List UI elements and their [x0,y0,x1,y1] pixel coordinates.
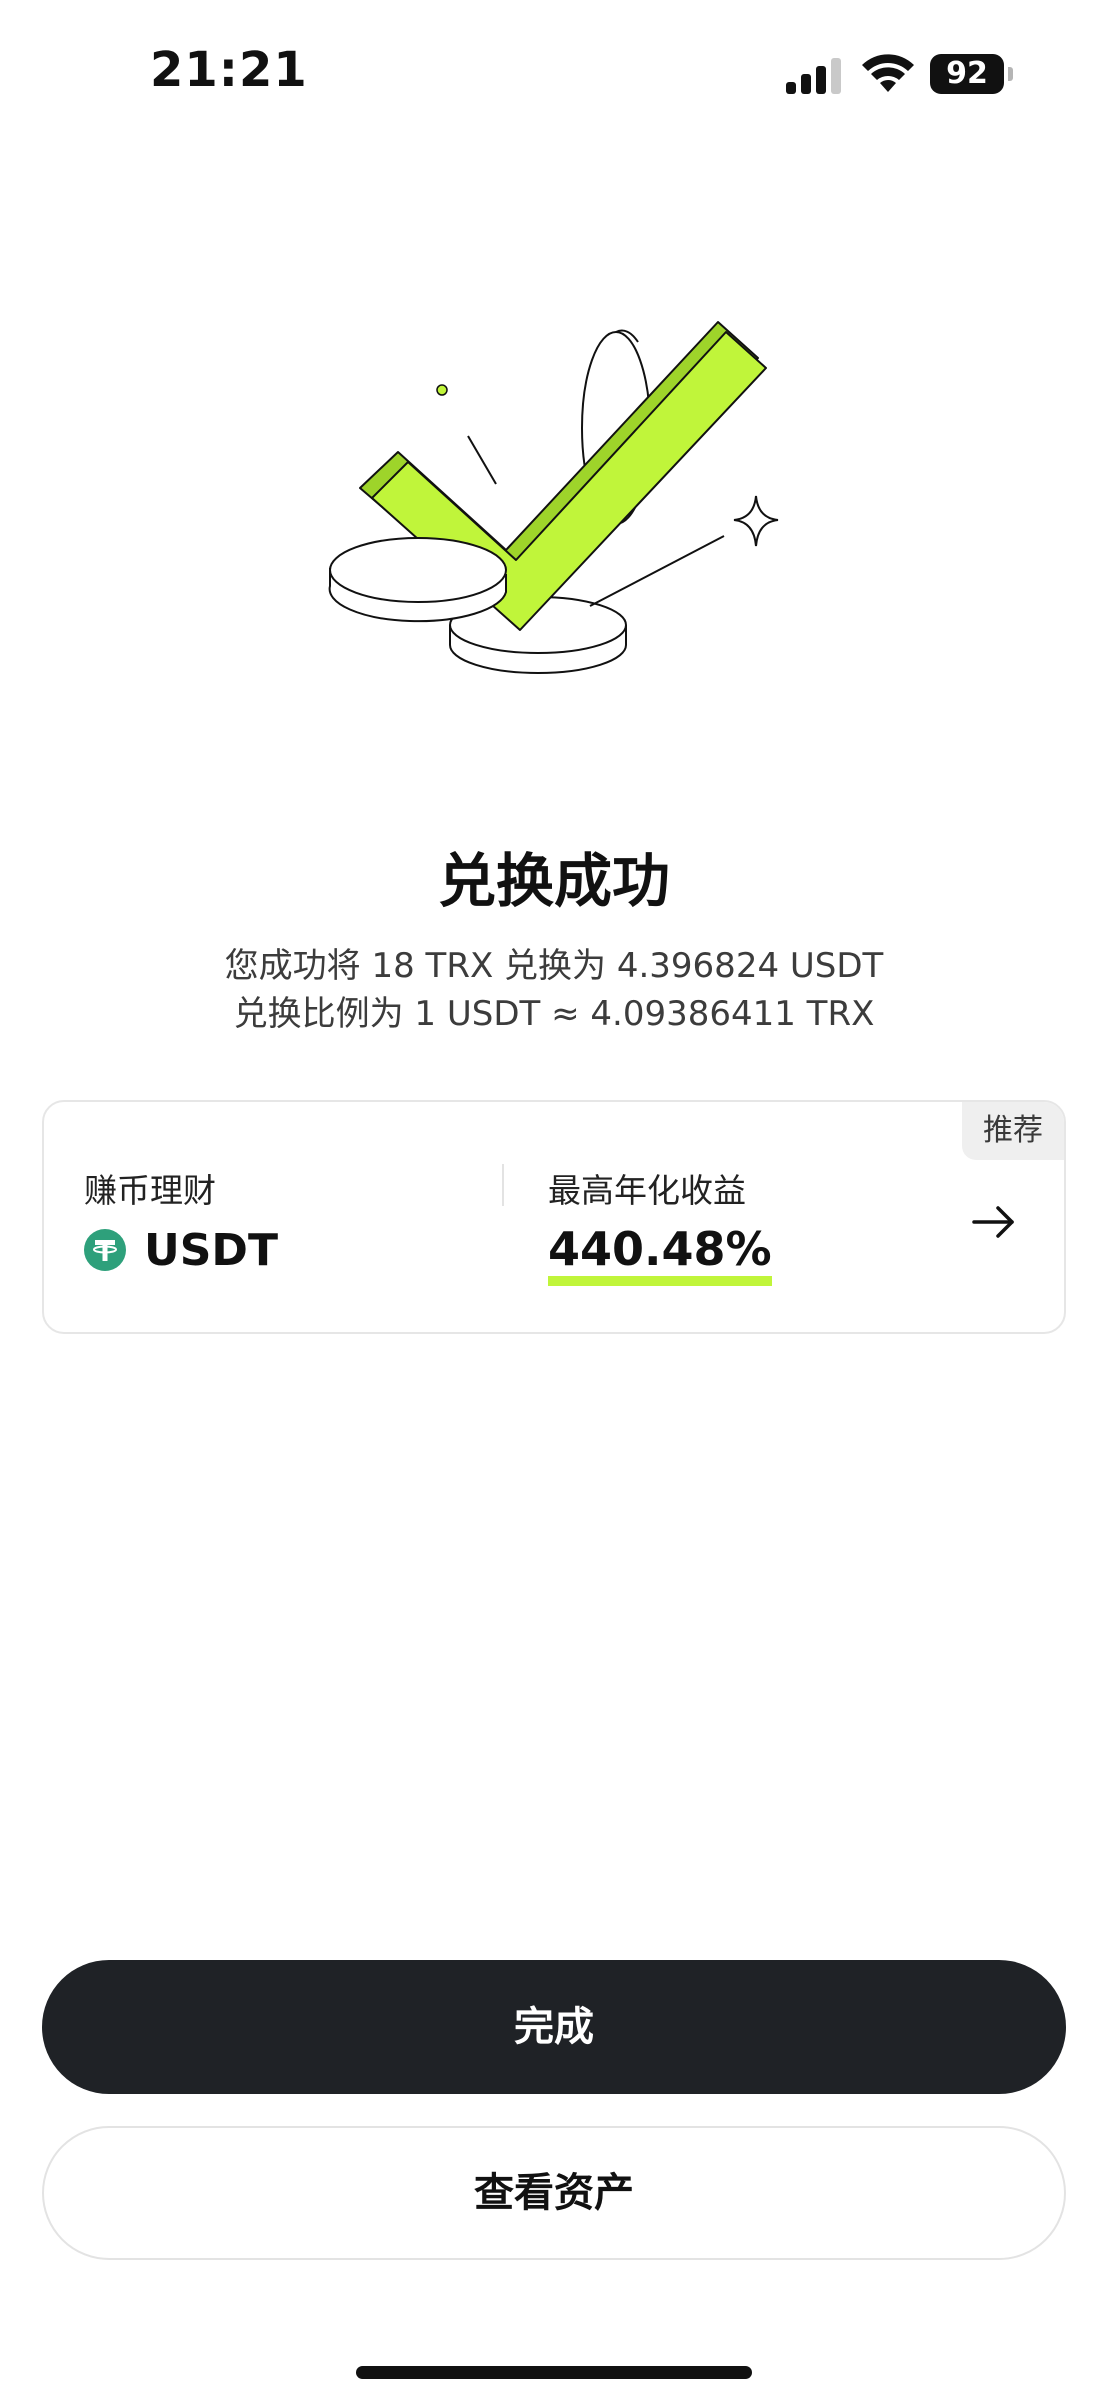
recommend-badge: 推荐 [962,1102,1064,1160]
home-indicator[interactable] [356,2366,752,2379]
earn-promo-card[interactable]: 推荐 赚币理财 USDT 最高年化收益 440.48% [42,1100,1066,1334]
coin-row: USDT [84,1224,278,1276]
success-checkmark-illustration [328,321,779,674]
yield-value-container: 440.48% [548,1220,772,1286]
arrow-right-icon[interactable] [970,1198,1018,1246]
card-divider [502,1164,504,1206]
battery-level: 92 [946,56,988,91]
coin-name: USDT [144,1224,278,1276]
yield-value: 440.48% [548,1222,772,1276]
exchange-rate-text: 兑换比例为 1 USDT ≈ 4.09386411 TRX [233,994,875,1034]
wifi-icon [862,54,914,92]
yield-label: 最高年化收益 [548,1171,746,1210]
tether-icon [84,1229,126,1271]
success-title: 兑换成功 [437,847,670,915]
status-bar: 21:21 92 [0,0,1108,150]
status-time: 21:21 [150,42,308,98]
battery-icon: 92 [930,54,1014,94]
product-label: 赚币理财 [84,1171,216,1210]
view-assets-button[interactable]: 查看资产 [42,2126,1066,2260]
exchange-summary: 您成功将 18 TRX 兑换为 4.396824 USDT 兑换比例为 1 US… [0,942,1108,1038]
done-button[interactable]: 完成 [42,1960,1066,2094]
exchange-amount-text: 您成功将 18 TRX 兑换为 4.396824 USDT [224,946,884,986]
cellular-signal-icon [786,58,841,94]
